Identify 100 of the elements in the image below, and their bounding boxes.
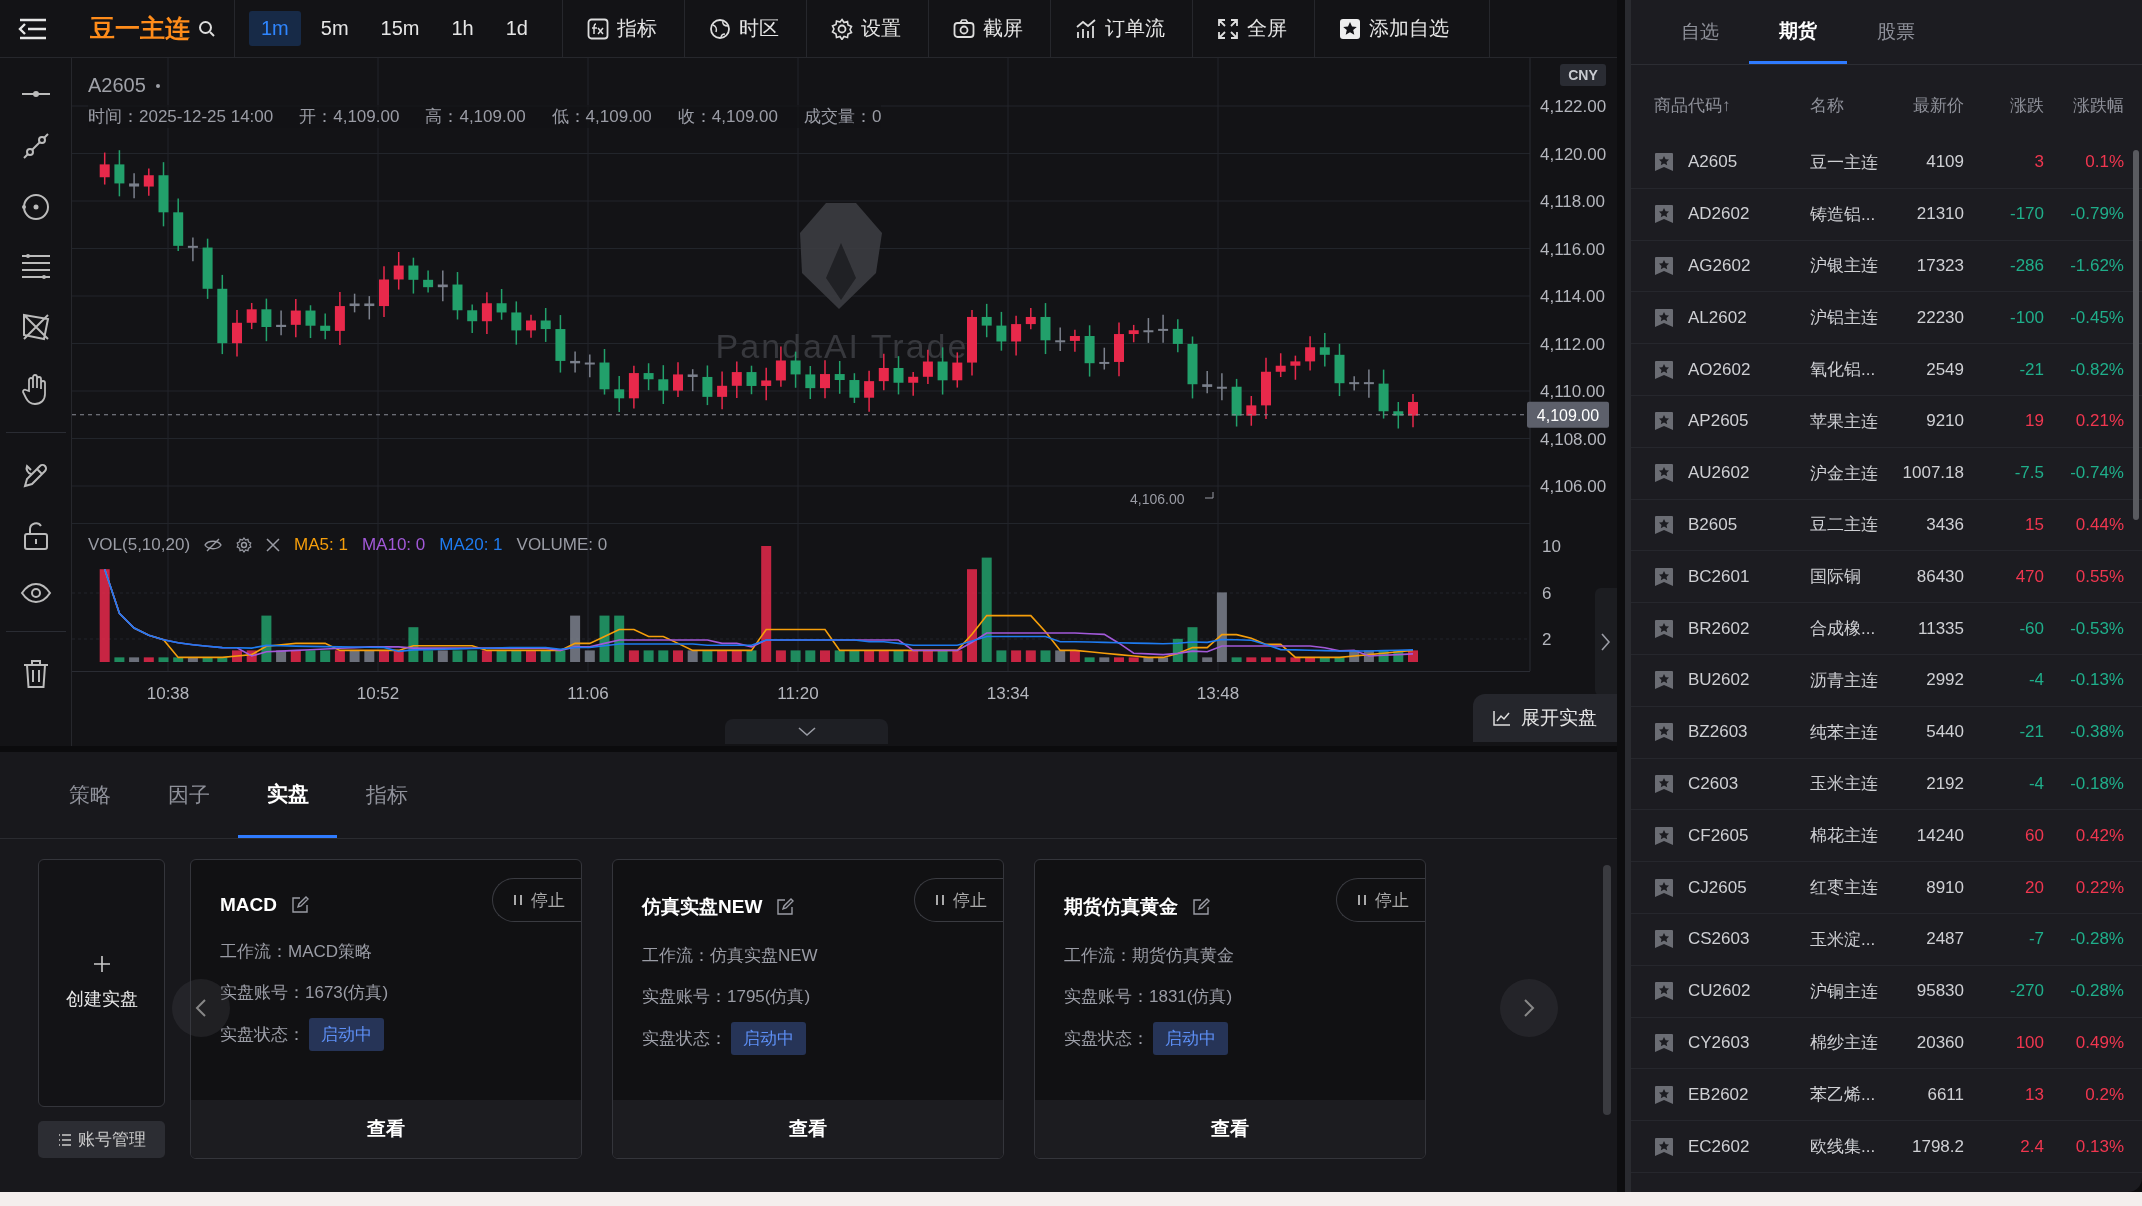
percent-cell-text: -0.28%	[2069, 929, 2124, 950]
price-cell-text: 2549	[1925, 359, 1964, 380]
change-cell-text: 3	[2033, 152, 2044, 173]
panel-tab[interactable]: 策略	[40, 752, 139, 838]
edit-icon[interactable]	[776, 898, 795, 916]
bookmark-star-icon[interactable]	[1654, 566, 1674, 587]
percent-cell-text: -0.18%	[2069, 773, 2124, 794]
horizontal-line-icon[interactable]	[20, 88, 51, 100]
view-button[interactable]: 查看	[1035, 1100, 1425, 1158]
interval-tab[interactable]: 1m	[249, 11, 301, 46]
search-icon[interactable]	[198, 19, 216, 38]
name-cell-text: 沥青主连	[1809, 669, 1879, 692]
percent-cell-text: -0.38%	[2069, 722, 2124, 743]
bookmark-star-icon[interactable]	[1654, 722, 1674, 743]
bookmark-star-icon[interactable]	[1654, 825, 1674, 846]
price-axis-label: 4,120.00	[1540, 144, 1607, 164]
bookmark-star-icon[interactable]	[1654, 307, 1674, 328]
market-tab[interactable]: 期货	[1749, 0, 1847, 64]
low-price-label: 4,106.00	[1130, 491, 1185, 507]
toolbar-button[interactable]: 添加自选	[1315, 0, 1490, 57]
column-header[interactable]: 最新价	[1894, 93, 1964, 117]
code-cell: AL2602	[1688, 307, 1747, 328]
bookmark-star-icon[interactable]	[1654, 618, 1674, 639]
status-badge: 启动中	[731, 1022, 806, 1055]
bookmark-star-icon[interactable]	[1654, 773, 1674, 794]
panel-tab[interactable]: 因子	[139, 752, 238, 838]
circle-icon[interactable]	[20, 192, 51, 222]
expand-live-button[interactable]: 展开实盘	[1473, 694, 1617, 742]
change-cell-text: -270	[2008, 981, 2044, 1002]
column-header[interactable]: 名称	[1802, 93, 1894, 117]
bookmark-star-icon[interactable]	[1654, 1032, 1674, 1053]
account-button[interactable]: 账号管理	[38, 1121, 165, 1158]
parallel-lines-icon[interactable]	[19, 253, 52, 281]
name-cell-text: 豆二主连	[1809, 514, 1879, 537]
create-live-card[interactable]: 创建实盘	[38, 859, 165, 1107]
hide-icon[interactable]	[204, 537, 223, 553]
bookmark-star-icon[interactable]	[1654, 463, 1674, 484]
panel-tab[interactable]: 指标	[337, 752, 436, 838]
bookmark-star-icon[interactable]	[1654, 929, 1674, 950]
close-icon[interactable]	[266, 538, 281, 552]
bookmark-star-icon[interactable]	[1654, 670, 1674, 691]
toolbar-button[interactable]: 订单流	[1051, 0, 1193, 57]
price-cell-text: 11335	[1917, 618, 1964, 639]
percent-cell-text: 0.1%	[2084, 152, 2124, 173]
price-cell-text: 2192	[1925, 773, 1964, 794]
market-tab[interactable]: 自选	[1651, 0, 1749, 64]
column-header[interactable]: 涨跌	[1964, 93, 2044, 117]
scrollbar[interactable]	[1603, 865, 1611, 1115]
edit-icon[interactable]	[291, 896, 309, 914]
low-marker-line	[1204, 491, 1214, 499]
price-cell-text: 3436	[1925, 514, 1964, 535]
toolbar-button[interactable]: 设置	[807, 0, 929, 57]
interval-tab[interactable]: 15m	[368, 11, 432, 46]
toolbar-button[interactable]: 时区	[685, 0, 807, 57]
globe-icon	[709, 17, 731, 40]
card-field: 工作流：MACD策略	[220, 940, 581, 963]
ma-value: MA20: 1	[439, 535, 503, 555]
change-cell-text: 470	[2014, 566, 2044, 587]
bookmark-star-icon[interactable]	[1654, 514, 1674, 535]
market-tab[interactable]: 股票	[1847, 0, 1945, 64]
change-cell-text: 13	[2024, 1084, 2044, 1105]
view-button[interactable]: 查看	[191, 1100, 581, 1158]
bookmark-star-icon[interactable]	[1654, 1136, 1674, 1157]
toolbar-button[interactable]: 全屏	[1193, 0, 1315, 57]
bookmark-star-icon[interactable]	[1654, 1084, 1674, 1105]
card-field: 实盘账号：1673(仿真)	[220, 981, 581, 1004]
eye-icon[interactable]	[19, 582, 52, 604]
bookmark-star-icon[interactable]	[1654, 359, 1674, 380]
interval-tab[interactable]: 1h	[439, 11, 486, 46]
settings-icon[interactable]	[236, 537, 253, 553]
toolbar-button[interactable]: 截屏	[929, 0, 1051, 57]
bookmark-star-icon[interactable]	[1654, 152, 1674, 173]
column-header[interactable]: 涨跌幅	[2044, 93, 2124, 117]
code-cell: CJ2605	[1688, 877, 1747, 898]
bookmark-star-icon[interactable]	[1654, 411, 1674, 432]
collapse-handle[interactable]	[725, 719, 888, 744]
bookmark-star-icon[interactable]	[1654, 204, 1674, 225]
percent-cell-text: 0.55%	[2074, 566, 2124, 587]
unlock-icon[interactable]	[21, 521, 50, 551]
toolbar-button[interactable]: 指标	[563, 0, 685, 57]
side-expand-handle[interactable]	[1595, 588, 1617, 696]
bookmark-star-icon[interactable]	[1654, 877, 1674, 898]
interval-tab[interactable]: 1d	[493, 11, 540, 46]
bookmark-star-icon[interactable]	[1654, 981, 1674, 1002]
scrollbar[interactable]	[2133, 150, 2139, 520]
change-cell-text: 20	[2024, 877, 2044, 898]
cross-box-icon[interactable]	[20, 312, 51, 342]
edit-icon[interactable]	[1192, 898, 1210, 916]
symbol-title[interactable]: 豆一主连	[90, 12, 190, 45]
percent-cell-text: -0.79%	[2069, 204, 2124, 225]
volume-axis-label: 10	[1542, 537, 1561, 556]
bookmark-star-icon[interactable]	[1654, 256, 1674, 276]
interval-tab[interactable]: 5m	[308, 11, 361, 46]
view-button[interactable]: 查看	[613, 1100, 1003, 1158]
status-badge: 启动中	[309, 1018, 384, 1051]
trash-icon[interactable]	[21, 659, 50, 689]
name-cell-text: 棉纱主连	[1809, 1032, 1879, 1055]
panel-tab[interactable]: 实盘	[238, 752, 337, 838]
percent-cell-text: 0.42%	[2074, 825, 2124, 846]
column-header[interactable]: 商品代码↑	[1654, 93, 1802, 117]
